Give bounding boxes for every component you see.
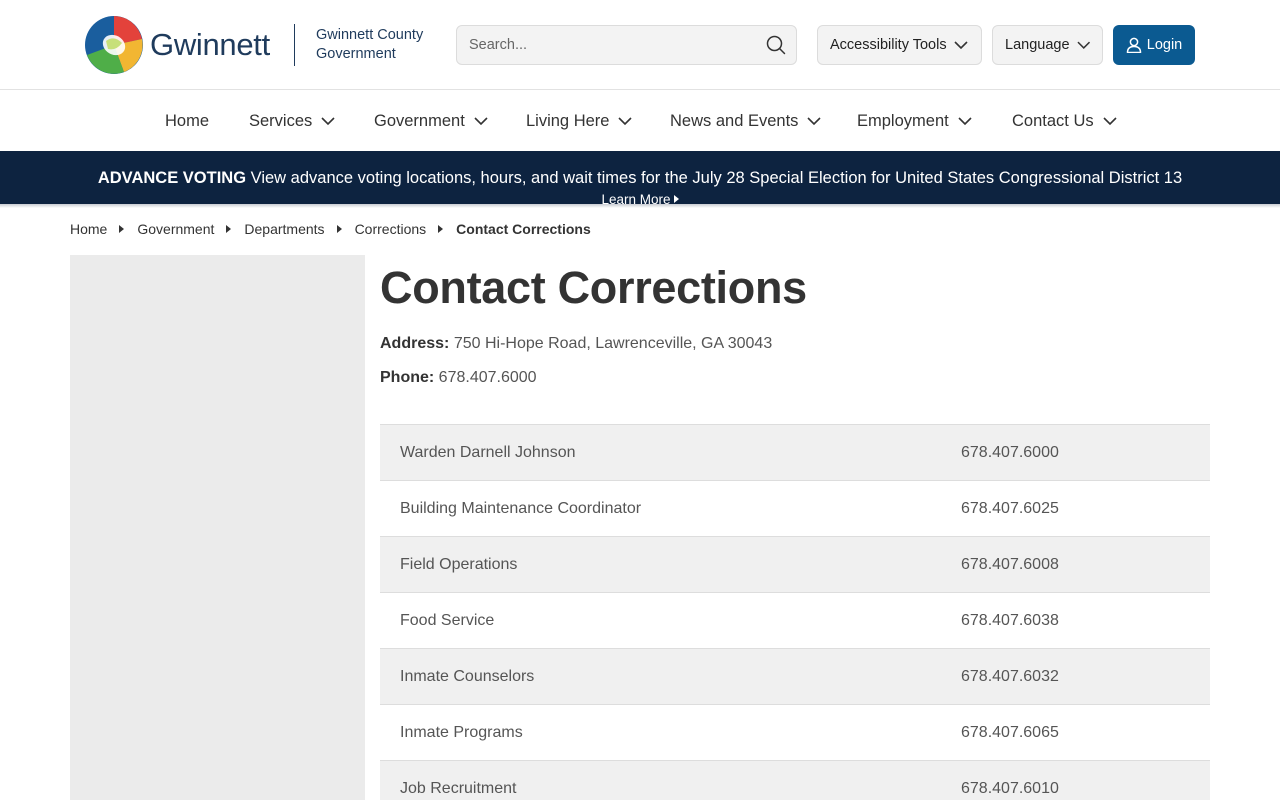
address-label: Address: xyxy=(380,335,450,352)
nav-item-label: Employment xyxy=(857,111,949,130)
contact-name: Food Service xyxy=(400,612,495,629)
chevron-down-icon xyxy=(321,116,335,125)
logo-subtitle-line2: Government xyxy=(316,46,396,62)
caret-right-icon xyxy=(119,225,125,233)
alert-heading: ADVANCE VOTING xyxy=(97,169,247,187)
accessibility-tools-button[interactable]: Accessibility Tools xyxy=(817,25,982,65)
user-icon xyxy=(1126,37,1141,53)
language-button[interactable]: Language xyxy=(992,25,1103,65)
contact-name: Field Operations xyxy=(400,556,518,573)
site-header: Gwinnett Gwinnett County Government Acce… xyxy=(0,0,1280,90)
breadcrumb-departments[interactable]: Departments xyxy=(244,221,324,237)
contact-phone[interactable]: 678.407.6038 xyxy=(961,612,1059,630)
chevron-down-icon xyxy=(1103,116,1117,125)
phone-value[interactable]: 678.407.6000 xyxy=(439,369,537,386)
alert-shadow xyxy=(0,204,1280,208)
phone-label: Phone: xyxy=(380,369,435,386)
logo-subtitle: Gwinnett County Government xyxy=(316,26,436,64)
login-button[interactable]: Login xyxy=(1113,25,1195,65)
login-label: Login xyxy=(1146,37,1183,53)
contact-phone[interactable]: 678.407.6000 xyxy=(961,444,1059,462)
nav-item-services[interactable]: Services xyxy=(249,91,335,151)
contact-name: Inmate Counselors xyxy=(400,668,535,685)
contact-name: Warden Darnell Johnson xyxy=(400,444,576,461)
alert-text: View advance voting locations, hours, an… xyxy=(246,169,1183,187)
sidebar-panel xyxy=(70,255,365,800)
breadcrumb-corrections[interactable]: Corrections xyxy=(355,221,427,237)
main-navigation: Home Services Government Living Here New… xyxy=(0,91,1280,151)
gwinnett-logo[interactable]: Gwinnett xyxy=(84,15,270,75)
search-box xyxy=(456,25,797,65)
address-value: 750 Hi-Hope Road, Lawrenceville, GA 3004… xyxy=(453,335,773,352)
contact-phone[interactable]: 678.407.6010 xyxy=(961,780,1059,798)
table-row: Warden Darnell Johnson 678.407.6000 xyxy=(380,425,1210,481)
search-button[interactable] xyxy=(756,26,796,64)
page-title: Contact Corrections xyxy=(380,262,807,313)
gwinnett-logo-icon xyxy=(85,16,143,74)
phone-line: Phone: 678.407.6000 xyxy=(380,369,537,387)
language-label: Language xyxy=(1005,37,1070,53)
nav-item-living-here[interactable]: Living Here xyxy=(526,91,633,151)
caret-right-icon xyxy=(438,225,444,233)
table-row: Job Recruitment 678.407.6010 xyxy=(380,761,1210,800)
table-row: Building Maintenance Coordinator 678.407… xyxy=(380,481,1210,537)
nav-item-label: Home xyxy=(165,111,210,130)
chevron-down-icon xyxy=(618,116,633,125)
contact-name: Job Recruitment xyxy=(400,780,517,797)
chevron-down-icon xyxy=(474,116,488,125)
nav-item-label: Contact Us xyxy=(1012,111,1094,130)
table-row: Inmate Counselors 678.407.6032 xyxy=(380,649,1210,705)
nav-item-news-and-events[interactable]: News and Events xyxy=(670,91,821,151)
logo-divider xyxy=(294,24,295,66)
logo-wordmark: Gwinnett xyxy=(150,27,270,62)
nav-item-label: Living Here xyxy=(526,111,610,130)
breadcrumb-current: Contact Corrections xyxy=(456,221,591,237)
accessibility-tools-label: Accessibility Tools xyxy=(830,37,947,53)
contact-phone[interactable]: 678.407.6025 xyxy=(961,500,1059,518)
contact-phone[interactable]: 678.407.6065 xyxy=(961,724,1059,742)
search-input[interactable] xyxy=(457,26,756,64)
chevron-down-icon xyxy=(807,116,821,125)
nav-item-label: News and Events xyxy=(670,111,799,130)
contact-phone[interactable]: 678.407.6008 xyxy=(961,556,1059,574)
chevron-down-icon xyxy=(1076,41,1090,49)
contact-table: Warden Darnell Johnson 678.407.6000 Buil… xyxy=(380,424,1210,800)
caret-right-icon xyxy=(673,195,679,203)
nav-item-label: Government xyxy=(374,111,465,130)
nav-item-employment[interactable]: Employment xyxy=(857,91,972,151)
nav-item-home[interactable]: Home xyxy=(165,91,209,151)
breadcrumb-government[interactable]: Government xyxy=(137,221,214,237)
table-row: Inmate Programs 678.407.6065 xyxy=(380,705,1210,761)
table-row: Food Service 678.407.6038 xyxy=(380,593,1210,649)
address-line: Address: 750 Hi-Hope Road, Lawrenceville… xyxy=(380,335,772,353)
alert-message: ADVANCE VOTING View advance voting locat… xyxy=(0,169,1280,188)
alert-banner: ADVANCE VOTING View advance voting locat… xyxy=(0,151,1280,207)
chevron-down-icon xyxy=(954,40,968,49)
caret-right-icon xyxy=(226,225,232,233)
table-row: Field Operations 678.407.6008 xyxy=(380,537,1210,593)
nav-item-government[interactable]: Government xyxy=(374,91,488,151)
caret-right-icon xyxy=(336,225,342,233)
nav-item-contact-us[interactable]: Contact Us xyxy=(1012,91,1117,151)
logo-subtitle-line1: Gwinnett County xyxy=(316,27,424,43)
breadcrumb-home[interactable]: Home xyxy=(70,221,107,237)
nav-item-label: Services xyxy=(249,111,313,130)
search-icon xyxy=(766,35,786,55)
chevron-down-icon xyxy=(958,116,972,125)
contact-name: Inmate Programs xyxy=(400,724,523,741)
breadcrumb: Home Government Departments Corrections … xyxy=(70,221,591,237)
contact-name: Building Maintenance Coordinator xyxy=(400,500,642,517)
contact-phone[interactable]: 678.407.6032 xyxy=(961,668,1059,686)
